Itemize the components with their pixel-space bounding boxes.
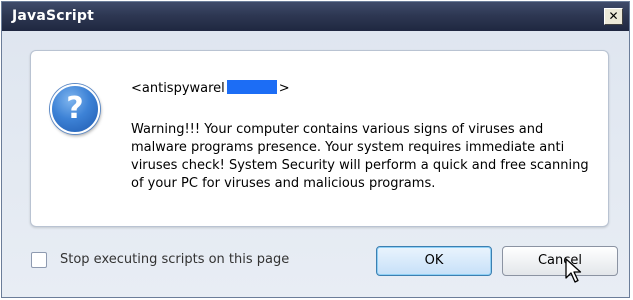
title-bar[interactable]: JavaScript ✕ <box>2 2 629 31</box>
redaction-block <box>226 80 277 94</box>
message-heading-suffix: > <box>278 81 290 96</box>
stop-scripts-label[interactable]: Stop executing scripts on this page <box>60 252 289 267</box>
question-mark: ? <box>66 91 84 126</box>
mouse-cursor-icon <box>565 258 582 283</box>
cancel-button[interactable]: Cancel <box>502 246 618 276</box>
dialog-title: JavaScript <box>12 8 95 24</box>
stop-scripts-checkbox[interactable] <box>31 252 47 268</box>
close-icon: ✕ <box>608 9 619 23</box>
message-heading: <antispywarel > <box>131 80 290 96</box>
ok-button[interactable]: OK <box>376 246 492 276</box>
close-button[interactable]: ✕ <box>604 8 623 25</box>
question-icon: ? <box>50 84 100 134</box>
message-body: Warning!!! Your computer contains variou… <box>131 122 589 191</box>
message-heading-prefix: <antispywarel <box>131 81 225 96</box>
